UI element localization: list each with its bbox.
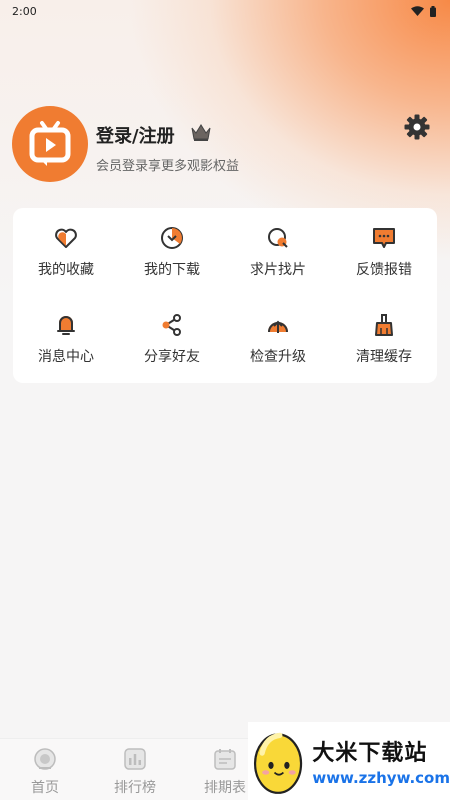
status-time: 2:00 bbox=[12, 4, 37, 18]
menu-item-label: 求片找片 bbox=[250, 261, 306, 278]
upgrade-icon bbox=[268, 320, 288, 333]
battery-icon bbox=[430, 5, 436, 17]
menu-item-messages[interactable]: 消息中心 bbox=[13, 295, 119, 382]
menu-item-label: 反馈报错 bbox=[356, 261, 412, 278]
watermark-title: 大米下载站 bbox=[312, 741, 428, 766]
login-subtitle: 会员登录享更多观影权益 bbox=[96, 159, 240, 174]
menu-item-label: 检查升级 bbox=[250, 348, 306, 365]
menu-item-label: 我的收藏 bbox=[38, 261, 94, 278]
broom-icon bbox=[375, 313, 393, 336]
menu-item-check-update[interactable]: 检查升级 bbox=[225, 295, 331, 382]
avatar[interactable] bbox=[12, 106, 88, 182]
settings-gear-icon[interactable] bbox=[404, 114, 430, 140]
menu-item-label: 清理缓存 bbox=[356, 348, 412, 365]
menu-item-share[interactable]: 分享好友 bbox=[119, 295, 225, 382]
share-icon bbox=[162, 313, 181, 336]
wifi-icon bbox=[411, 6, 424, 16]
menu-item-feedback[interactable]: 反馈报错 bbox=[331, 208, 437, 295]
nav-item-ranking[interactable]: 排行榜 bbox=[90, 739, 180, 800]
site-watermark: 大米下载站 www.zzhyw.com bbox=[248, 722, 450, 800]
home-icon bbox=[34, 748, 56, 770]
nav-label: 排行榜 bbox=[114, 780, 156, 796]
crown-icon bbox=[191, 124, 211, 141]
menu-item-favorites[interactable]: 我的收藏 bbox=[13, 208, 119, 295]
search-film-icon bbox=[268, 227, 288, 248]
status-bar: 2:00 bbox=[0, 0, 450, 22]
heart-icon bbox=[55, 228, 77, 248]
calendar-icon bbox=[214, 749, 236, 770]
bell-icon bbox=[57, 315, 75, 335]
mascot-icon bbox=[253, 732, 303, 794]
menu-item-label: 消息中心 bbox=[38, 348, 94, 365]
menu-item-downloads[interactable]: 我的下载 bbox=[119, 208, 225, 295]
menu-item-request-film[interactable]: 求片找片 bbox=[225, 208, 331, 295]
nav-label: 首页 bbox=[31, 780, 59, 796]
function-menu-card: 我的收藏 我的下载 求片找片 反馈报错 消息中心 分享好友 检查升级 清理缓存 bbox=[13, 208, 437, 383]
profile-header[interactable]: 登录/注册 会员登录享更多观影权益 bbox=[12, 106, 432, 186]
nav-item-home[interactable]: 首页 bbox=[0, 739, 90, 800]
menu-item-clear-cache[interactable]: 清理缓存 bbox=[331, 295, 437, 382]
ranking-icon bbox=[124, 748, 146, 770]
watermark-url: www.zzhyw.com bbox=[312, 769, 450, 787]
feedback-icon bbox=[373, 227, 395, 248]
login-register-link[interactable]: 登录/注册 bbox=[96, 122, 175, 148]
menu-item-label: 我的下载 bbox=[144, 261, 200, 278]
menu-item-label: 分享好友 bbox=[144, 348, 200, 365]
watermark-text: 大米下载站 www.zzhyw.com bbox=[312, 735, 450, 787]
download-icon bbox=[161, 226, 183, 249]
nav-label: 排期表 bbox=[204, 780, 246, 796]
status-icons bbox=[411, 5, 436, 17]
tv-logo-icon bbox=[29, 121, 71, 166]
